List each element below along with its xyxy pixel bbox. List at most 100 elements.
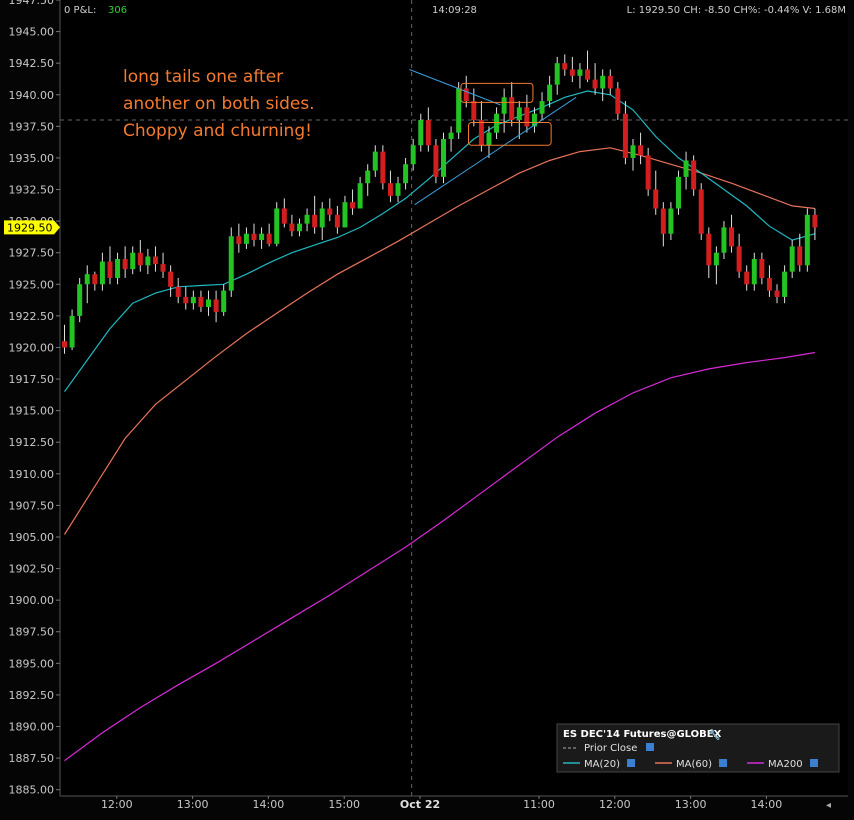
candle-body: [516, 107, 522, 121]
candle-body: [721, 227, 727, 253]
candle-body: [334, 214, 340, 228]
candle-body: [433, 145, 439, 177]
price-chart[interactable]: 1947.50 1945.00 1942.50 1940.00 1937.50 1935.…: [0, 0, 854, 820]
x-tick-label: 14:00: [253, 798, 285, 811]
candle-body: [744, 271, 750, 285]
candle: [804, 208, 810, 272]
y-tick-label: 1932.50: [9, 184, 55, 197]
x-tick-label: 13:00: [675, 798, 707, 811]
scroll-right-icon[interactable]: ◂: [826, 800, 831, 811]
legend-prior-close: Prior Close: [584, 743, 637, 754]
candle-body: [77, 284, 83, 316]
candle-body: [312, 214, 318, 228]
candle-body: [213, 299, 219, 313]
y-tick-label: 1897.50: [9, 626, 55, 639]
candle-body: [675, 176, 681, 209]
candle-body: [471, 101, 477, 121]
candle-body: [274, 208, 280, 244]
y-tick-label: 1942.50: [9, 57, 55, 70]
candle-body: [380, 151, 386, 184]
candle-body: [577, 69, 583, 76]
y-tick-label: 1902.50: [9, 563, 55, 576]
candle-body: [592, 79, 598, 89]
y-tick-label: 1922.50: [9, 310, 55, 323]
pnl-value: 306: [108, 5, 127, 16]
chart-window: 1947.50 1945.00 1942.50 1940.00 1937.50 1935.…: [0, 0, 854, 820]
candle-body: [615, 88, 621, 114]
candle-body: [804, 214, 810, 266]
last-price-tag: 1929.50: [4, 220, 60, 235]
candle-body: [600, 75, 606, 89]
candle-body: [463, 88, 469, 102]
candle-body: [160, 264, 166, 272]
candle: [433, 138, 439, 184]
candle-body: [683, 160, 689, 177]
candle-body: [259, 233, 265, 241]
candle-body: [342, 202, 348, 228]
candle-body: [84, 274, 90, 285]
x-tick-label: Oct 22: [400, 798, 440, 811]
candle-body: [524, 107, 530, 127]
y-axis: 1947.50 1945.00 1942.50 1940.00 1937.50 1935.…: [9, 0, 61, 797]
candle-body: [713, 252, 719, 266]
candle: [228, 227, 234, 297]
candle-body: [221, 290, 227, 313]
candle-body: [418, 120, 424, 146]
candle-body: [706, 233, 712, 266]
x-axis: 12:00 13:00 14:00 15:00 Oct 22 11:00 12:00 13:0…: [60, 795, 848, 811]
wrench-icon[interactable]: 🔧: [708, 728, 720, 741]
prior-close-checkbox[interactable]: [646, 743, 654, 751]
candle-body: [456, 88, 462, 133]
plot-area: [60, 0, 848, 796]
legend: ES DEC'14 Futures@GLOBEX 🔧 Prior Close M…: [556, 723, 840, 773]
y-tick-label: 1912.50: [9, 436, 55, 449]
candle-body: [357, 183, 363, 209]
candle-body: [622, 113, 628, 158]
y-tick-label: 1887.50: [9, 752, 55, 765]
candle-body: [410, 145, 416, 165]
ma20-checkbox[interactable]: [627, 759, 635, 767]
candle-body: [660, 208, 666, 234]
candle-body: [562, 63, 568, 70]
candle-body: [448, 132, 454, 139]
candle-body: [296, 223, 302, 232]
candle-body: [554, 63, 560, 85]
ma200-checkbox[interactable]: [810, 759, 818, 767]
candle-body: [425, 120, 431, 146]
candle-body: [190, 296, 196, 304]
y-tick-label: 1947.50: [9, 0, 55, 7]
y-tick-label: 1895.00: [9, 657, 55, 670]
candle-body: [266, 233, 272, 244]
candle-body: [122, 259, 128, 270]
y-tick-label: 1915.00: [9, 405, 55, 418]
candle: [380, 145, 386, 190]
candle-body: [145, 256, 151, 266]
candle-body: [236, 236, 242, 244]
candle-body: [69, 315, 75, 348]
y-tick-label: 1920.00: [9, 341, 55, 354]
ma60-checkbox[interactable]: [719, 759, 727, 767]
y-tick-label: 1907.50: [9, 499, 55, 512]
candle-body: [509, 97, 515, 121]
x-tick-label: 12:00: [599, 798, 631, 811]
candle-body: [206, 299, 212, 308]
candle-body: [350, 202, 356, 209]
candle: [675, 170, 681, 215]
candle-body: [494, 113, 500, 133]
y-tick-label: 1937.50: [9, 120, 55, 133]
candle-body: [130, 252, 136, 270]
y-tick-label: 1927.50: [9, 247, 55, 260]
candle-body: [319, 208, 325, 228]
legend-ma200: MA200: [768, 759, 803, 770]
candle-body: [137, 252, 143, 266]
candle-body: [99, 261, 105, 285]
y-tick-label: 1917.50: [9, 373, 55, 386]
candle-body: [304, 214, 310, 224]
candle-body: [281, 208, 287, 224]
candle-body: [478, 120, 484, 146]
x-tick-label: 12:00: [101, 798, 133, 811]
y-tick-label: 1925.00: [9, 278, 55, 291]
y-tick-label: 1892.50: [9, 689, 55, 702]
candle-body: [547, 84, 553, 102]
candle-body: [789, 246, 795, 272]
